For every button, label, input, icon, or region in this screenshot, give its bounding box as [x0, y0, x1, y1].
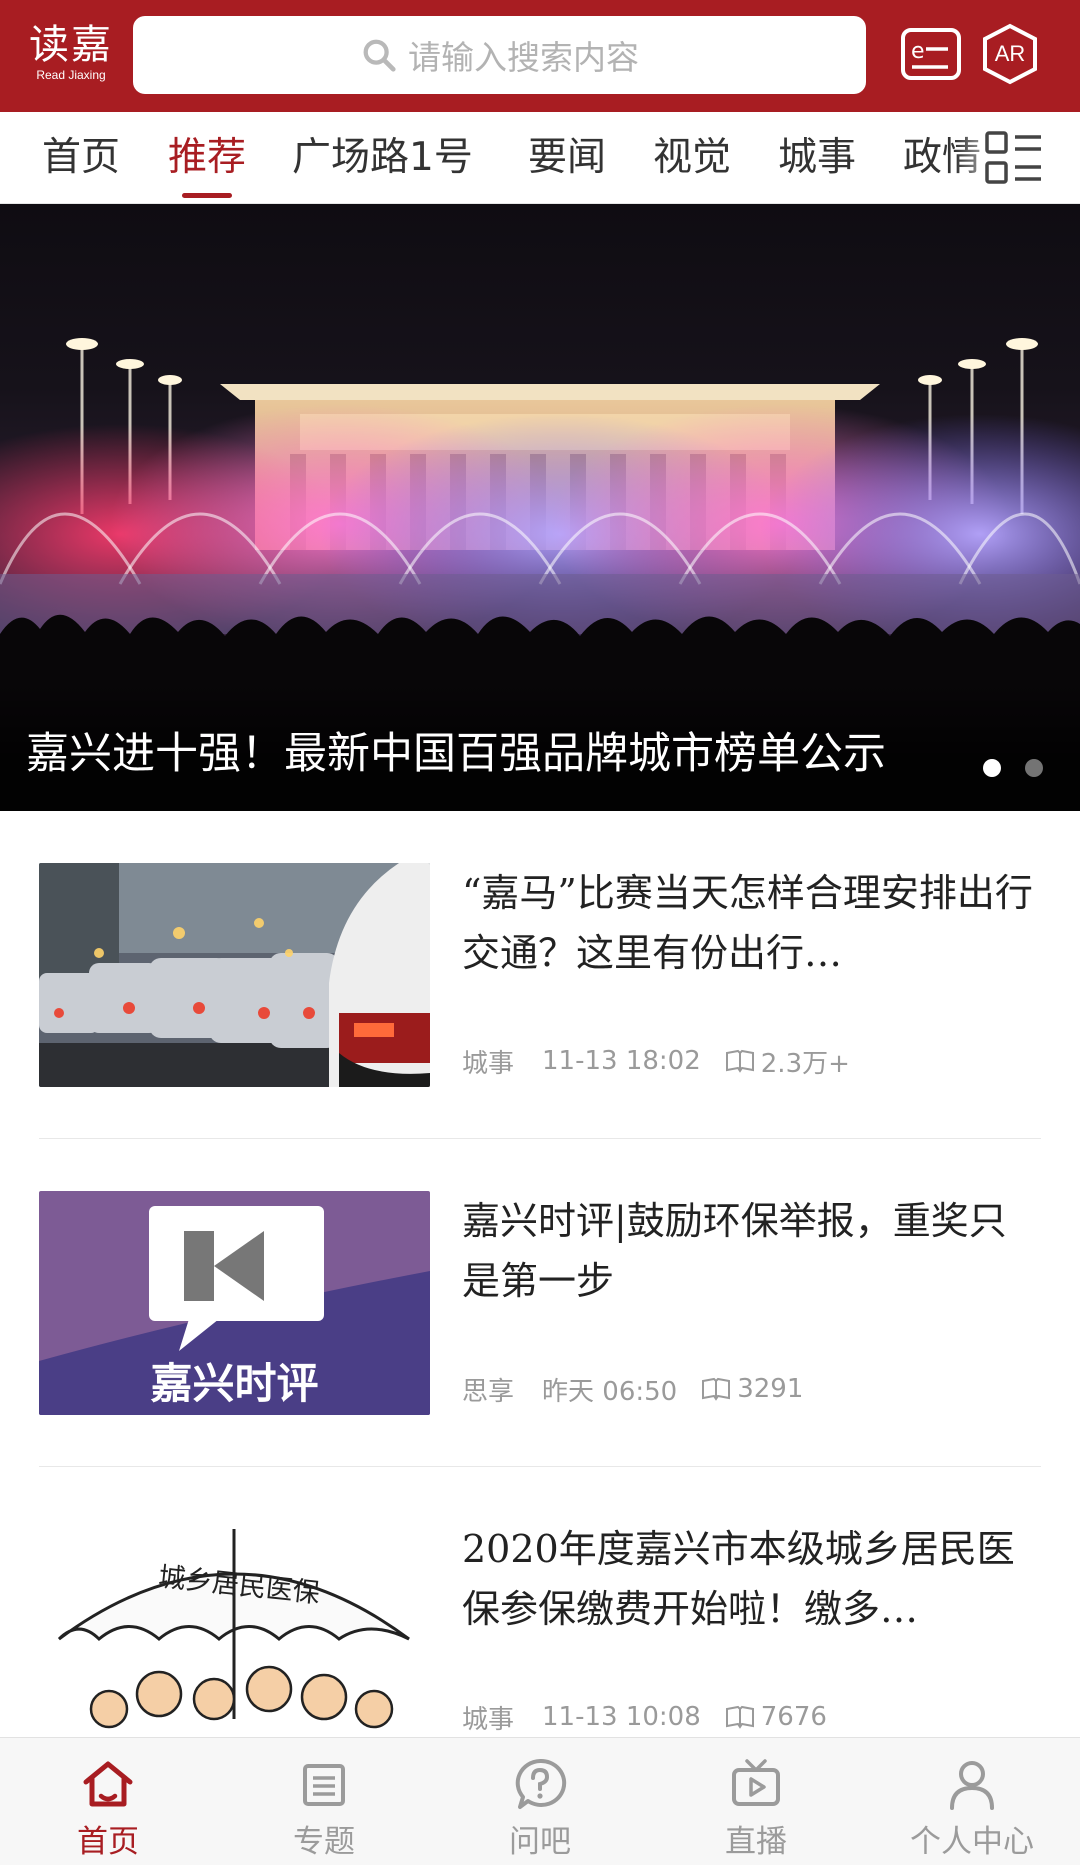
article-time: 11-13 18:02 — [542, 1046, 701, 1076]
book-icon — [702, 1377, 731, 1401]
article-category: 城事 — [462, 1704, 515, 1735]
tab-city[interactable]: 城事 — [778, 112, 857, 203]
tab-guangchang-road[interactable]: 广场路1号 — [292, 112, 473, 203]
tab-visual[interactable]: 视觉 — [653, 112, 732, 203]
tab-label: 广场路1号 — [292, 135, 473, 180]
search-placeholder: 请输入搜索内容 — [408, 38, 639, 77]
article-thumbnail: 嘉兴时评 — [39, 1191, 430, 1415]
article-views: 7676 — [725, 1702, 827, 1732]
book-icon — [725, 1049, 754, 1073]
book-icon — [725, 1705, 754, 1729]
question-icon — [515, 1758, 567, 1809]
article-views: 2.3万+ — [725, 1043, 850, 1080]
nav-profile[interactable]: 个人中心 — [864, 1738, 1080, 1865]
article-category: 城事 — [462, 1048, 515, 1079]
logo-text: 读嘉 — [29, 22, 113, 68]
logo-subtitle: Read Jiaxing — [36, 68, 106, 82]
view-count: 7676 — [760, 1702, 827, 1732]
article-title[interactable]: “嘉马”比赛当天怎样合理安排出行交通？这里有份出行… — [462, 863, 1042, 983]
nav-topics[interactable]: 专题 — [216, 1738, 432, 1865]
topic-icon — [303, 1764, 345, 1806]
banner-carousel[interactable]: 嘉兴进十强！最新中国百强品牌城市榜单公示 — [0, 204, 1080, 811]
tab-headlines[interactable]: 要闻 — [528, 112, 607, 203]
traffic-photo — [39, 863, 430, 1087]
tv-icon — [732, 1759, 780, 1806]
app-logo[interactable]: 读嘉 Read Jiaxing — [28, 18, 114, 88]
banner-caption: 嘉兴进十强！最新中国百强品牌城市榜单公示 — [26, 729, 886, 779]
tab-label: 视觉 — [653, 135, 732, 180]
article-category: 思享 — [462, 1376, 515, 1407]
search-icon — [363, 39, 396, 72]
top-header: 读嘉 Read Jiaxing 请输入搜索内容 e AR — [0, 0, 1080, 112]
carousel-dot[interactable] — [1025, 759, 1043, 777]
article-title[interactable]: 嘉兴时评|鼓励环保举报，重奖只是第一步 — [462, 1191, 1042, 1311]
view-count: 2.3万+ — [760, 1048, 850, 1079]
article-meta: 城事 11-13 10:08 7676 — [462, 1697, 827, 1737]
article-views: 3291 — [701, 1374, 803, 1404]
article-item[interactable]: 嘉兴时评 嘉兴时评|鼓励环保举报，重奖只是第一步 思享 昨天 06:50 329… — [0, 1139, 1080, 1467]
nav-live[interactable]: 直播 — [648, 1738, 864, 1865]
nav-label: 直播 — [725, 1824, 787, 1860]
view-count: 3291 — [737, 1374, 804, 1404]
carousel-dots — [983, 759, 1043, 777]
tab-label: 推荐 — [168, 135, 247, 180]
tab-label: 城事 — [778, 135, 857, 180]
nav-label: 问吧 — [509, 1824, 571, 1860]
carousel-dot-active[interactable] — [983, 759, 1001, 777]
nav-home[interactable]: 首页 — [0, 1738, 216, 1865]
tab-label: 要闻 — [528, 135, 607, 180]
tab-recommend[interactable]: 推荐 — [168, 112, 247, 203]
article-time: 11-13 10:08 — [542, 1702, 701, 1732]
e-news-button[interactable]: e — [899, 22, 963, 86]
article-meta: 城事 11-13 18:02 2.3万+ — [462, 1041, 850, 1081]
home-icon — [83, 1761, 133, 1807]
active-tab-indicator — [182, 193, 232, 198]
nav-label: 个人中心 — [910, 1824, 1034, 1860]
bottom-navigation: 首页 专题 问吧 直播 个人中心 — [0, 1737, 1080, 1865]
search-bar[interactable]: 请输入搜索内容 — [133, 16, 866, 94]
ar-button[interactable]: AR — [978, 22, 1042, 86]
more-channels-icon[interactable] — [985, 130, 1043, 186]
ar-label: AR — [994, 41, 1026, 66]
nav-ask[interactable]: 问吧 — [432, 1738, 648, 1865]
tab-label: 首页 — [42, 135, 121, 180]
article-meta: 思享 昨天 06:50 3291 — [462, 1369, 803, 1409]
tab-home[interactable]: 首页 — [42, 112, 121, 203]
article-time: 昨天 06:50 — [542, 1376, 678, 1407]
nav-label: 专题 — [293, 1824, 355, 1860]
article-thumbnail — [39, 863, 430, 1087]
svg-text:e: e — [911, 39, 925, 64]
column-logo-text: 嘉兴时评 — [150, 1359, 319, 1408]
article-title[interactable]: 2020年度嘉兴市本级城乡居民医保参保缴费开始啦！缴多… — [462, 1519, 1042, 1639]
e-news-icon: e — [901, 28, 961, 80]
nav-label: 首页 — [77, 1824, 139, 1860]
article-item[interactable]: “嘉马”比赛当天怎样合理安排出行交通？这里有份出行… 城事 11-13 18:0… — [0, 811, 1080, 1139]
user-icon — [950, 1761, 994, 1810]
channel-tabs: 首页 推荐 广场路1号 要闻 视觉 城事 政情 — [0, 112, 1080, 204]
